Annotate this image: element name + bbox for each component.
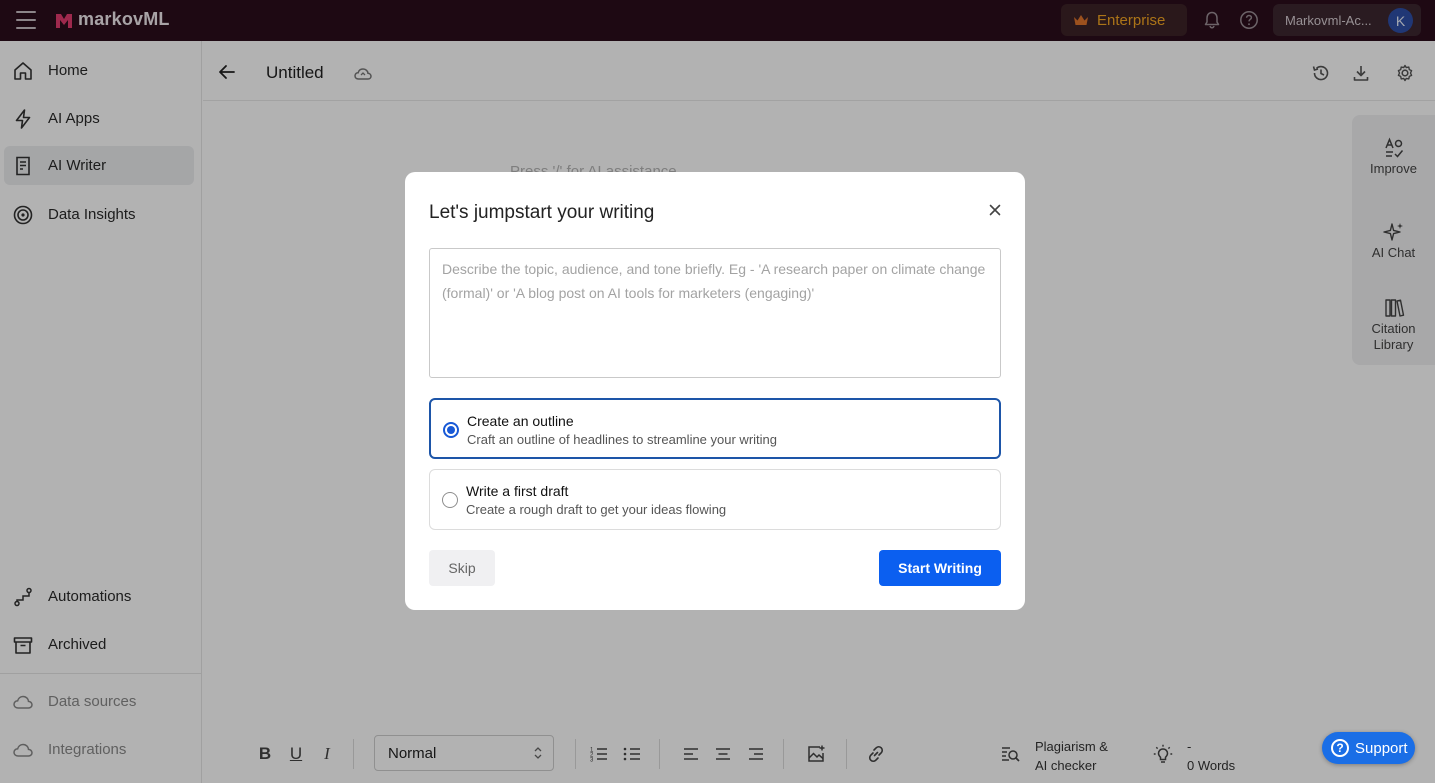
jumpstart-dialog: Let's jumpstart your writing Create an o… — [405, 172, 1025, 610]
support-button[interactable]: ? Support — [1322, 732, 1415, 764]
dialog-title: Let's jumpstart your writing — [429, 202, 655, 223]
option-title: Create an outline — [467, 413, 574, 429]
option-first-draft[interactable]: Write a first draft Create a rough draft… — [429, 469, 1001, 530]
option-create-outline[interactable]: Create an outline Craft an outline of he… — [429, 398, 1001, 459]
close-icon[interactable] — [988, 203, 1002, 217]
start-writing-button[interactable]: Start Writing — [879, 550, 1001, 586]
option-title: Write a first draft — [466, 483, 569, 499]
option-description: Craft an outline of headlines to streaml… — [467, 432, 777, 447]
radio-button[interactable] — [442, 492, 458, 508]
support-label: Support — [1355, 739, 1408, 757]
radio-button-selected[interactable] — [443, 422, 459, 438]
option-description: Create a rough draft to get your ideas f… — [466, 502, 727, 517]
topic-description-input[interactable] — [429, 248, 1001, 378]
help-circle-icon: ? — [1331, 739, 1349, 757]
skip-button[interactable]: Skip — [429, 550, 495, 586]
